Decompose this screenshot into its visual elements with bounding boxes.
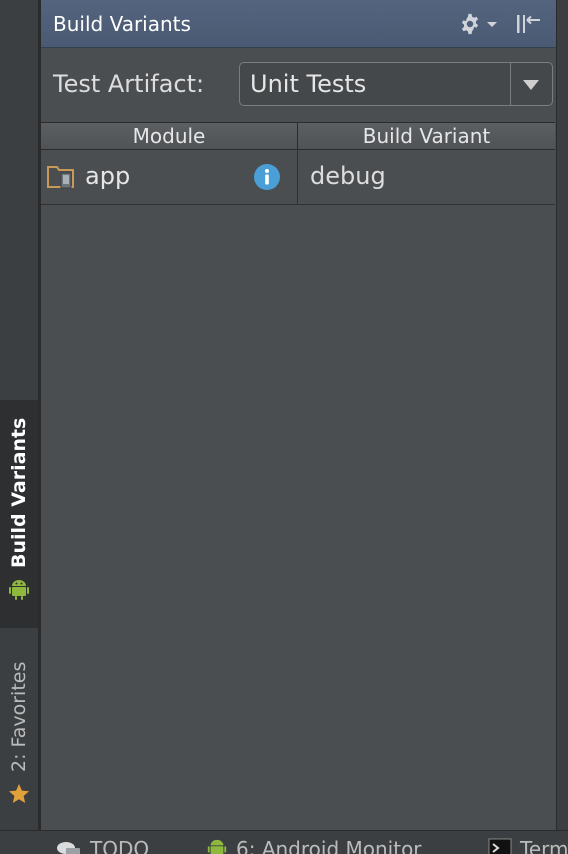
tab-favorites[interactable]: 2: Favorites	[0, 636, 38, 816]
bottom-tab-todo-label: TODO	[90, 837, 150, 854]
chevron-down-icon[interactable]	[523, 80, 539, 90]
bottom-tab-terminal-label: Term	[520, 837, 568, 854]
build-variant-value: debug	[310, 162, 386, 190]
table-row[interactable]: app debug	[41, 150, 555, 205]
build-variant-cell[interactable]: debug	[298, 150, 555, 204]
bottom-tab-android-monitor-label: 6: Android Monitor	[236, 837, 422, 854]
table-header: Module Build Variant	[41, 122, 555, 150]
right-edge-strip	[556, 0, 568, 830]
column-header-module[interactable]: Module	[41, 123, 298, 149]
tab-build-variants-label: Build Variants	[8, 417, 30, 568]
tab-favorites-label: 2: Favorites	[8, 661, 30, 772]
todo-icon	[57, 842, 80, 854]
module-name: app	[85, 162, 131, 190]
bottom-tab-todo[interactable]: TODO	[56, 837, 149, 854]
build-variants-window: Build Variants 2: Favorites Build Varian…	[0, 0, 568, 854]
module-cell[interactable]: app	[41, 150, 298, 204]
build-variants-panel: Build Variants Test Artifact: Unit Tests…	[40, 0, 557, 830]
info-icon[interactable]	[253, 163, 281, 191]
test-artifact-dropdown[interactable]: Unit Tests	[239, 62, 553, 106]
left-tool-strip: Build Variants 2: Favorites	[0, 0, 40, 830]
bottom-tab-android-monitor[interactable]: 6: Android Monitor	[206, 837, 422, 854]
column-header-build-variant[interactable]: Build Variant	[298, 123, 555, 149]
tab-build-variants[interactable]: Build Variants	[0, 400, 38, 628]
star-icon	[9, 784, 29, 803]
hide-panel-icon[interactable]	[515, 12, 541, 36]
bottom-tab-terminal[interactable]: Term	[488, 837, 568, 854]
panel-header: Build Variants	[41, 0, 557, 48]
gear-menu-caret[interactable]	[487, 22, 497, 27]
module-variant-table: Module Build Variant app debug	[41, 122, 555, 205]
bottom-tool-bar: TODO 6: Android Monitor Term	[0, 830, 568, 854]
test-artifact-label: Test Artifact:	[53, 70, 205, 98]
test-artifact-value: Unit Tests	[250, 70, 367, 98]
gear-icon[interactable]	[459, 13, 481, 35]
dropdown-divider	[510, 63, 511, 105]
terminal-icon	[488, 838, 512, 854]
panel-title: Build Variants	[53, 12, 191, 36]
android-icon	[207, 839, 227, 854]
module-folder-icon	[47, 166, 74, 189]
android-icon	[9, 580, 29, 600]
